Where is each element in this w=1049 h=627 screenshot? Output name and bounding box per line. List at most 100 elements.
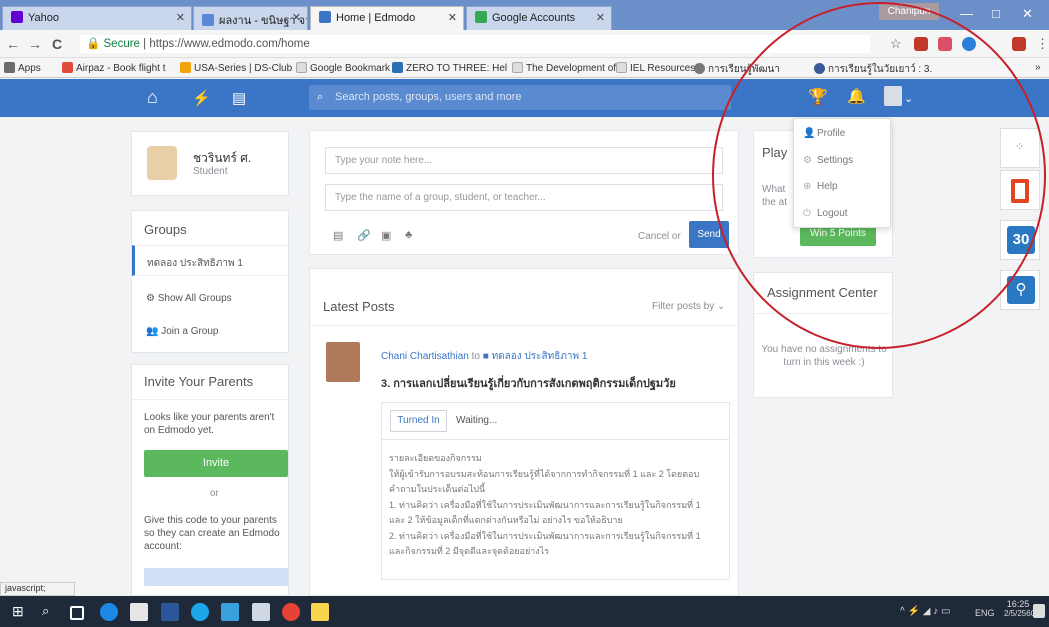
extension-icon[interactable] <box>962 37 976 51</box>
filter-posts-dropdown[interactable]: Filter posts by ⌄ <box>652 301 725 312</box>
bookmark-item[interactable]: ZERO TO THREE: Hel <box>392 62 507 74</box>
search-input[interactable]: ⌕ Search posts, groups, users and more <box>309 85 731 110</box>
minimize-button[interactable]: — <box>960 6 973 21</box>
task-view-icon[interactable] <box>70 606 84 620</box>
play-title: Play <box>762 145 788 160</box>
store-icon[interactable] <box>130 603 148 621</box>
photos-icon[interactable] <box>252 603 270 621</box>
close-window-button[interactable]: ✕ <box>1022 6 1033 22</box>
cancel-link[interactable]: Cancel or <box>638 231 681 242</box>
tab-yahoo[interactable]: Yahoo ✕ <box>2 6 192 30</box>
close-icon[interactable]: ✕ <box>596 11 605 24</box>
close-icon[interactable]: ✕ <box>448 11 457 24</box>
url-text: https://www.edmodo.com/home <box>149 38 310 50</box>
planner-button[interactable]: 30 <box>1000 220 1040 260</box>
reload-button[interactable]: C <box>52 36 62 52</box>
menu-item-logout[interactable]: ⏻ Logout <box>803 208 848 219</box>
menu-icon[interactable]: ⋮ <box>1036 36 1049 52</box>
bookmark-item[interactable]: IEL Resources <box>616 62 695 74</box>
invite-title: Invite Your Parents <box>144 374 254 389</box>
note-icon[interactable]: ▤ <box>333 229 343 242</box>
quiz-button[interactable]: ⚲ <box>1000 270 1040 310</box>
chevron-down-icon[interactable]: ⌄ <box>904 92 913 105</box>
menu-item-settings[interactable]: ⚙ Settings <box>803 155 853 166</box>
assignment-empty-text: You have no assignments to turn in this … <box>761 344 887 368</box>
mail-icon[interactable] <box>221 603 239 621</box>
menu-item-help[interactable]: ⊕ Help <box>803 181 838 192</box>
office-button[interactable] <box>1000 170 1040 210</box>
star-icon[interactable]: ☆ <box>890 36 902 52</box>
activity-icon[interactable]: ⚡ <box>192 89 211 107</box>
secure-label: Secure <box>103 38 140 50</box>
clock-date: 2/5/2560 <box>1004 609 1036 618</box>
word-icon[interactable] <box>161 603 179 621</box>
show-all-groups-link[interactable]: ⚙ Show All Groups <box>146 293 232 304</box>
chrome-icon[interactable] <box>282 603 300 621</box>
post-group[interactable]: ทดลอง ประสิทธิภาพ 1 <box>492 351 588 362</box>
tab-waiting[interactable]: Waiting... <box>456 415 497 426</box>
edge-icon[interactable] <box>100 603 118 621</box>
tab-mail[interactable]: ผลงาน - ขนิษฐา จาดี✕ <box>193 6 308 30</box>
start-icon[interactable]: ⊞ <box>12 603 30 621</box>
sidebar-item-group[interactable]: ทดลอง ประสิทธิภาพ 1 <box>132 245 288 276</box>
tray-icons[interactable]: ^ ⚡ ◢ ♪ ▭ <box>900 606 950 617</box>
bookmark-icon <box>814 63 825 74</box>
link-icon[interactable]: 🔗 <box>357 229 371 242</box>
trophy-icon[interactable]: 🏆 <box>808 87 828 107</box>
forward-button[interactable]: → <box>28 36 42 52</box>
extension-icon[interactable] <box>938 37 952 51</box>
url-input[interactable]: 🔒 Secure | https://www.edmodo.com/home <box>80 35 870 53</box>
pocket-icon[interactable] <box>914 37 928 51</box>
group-name: ทดลอง ประสิทธิภาพ 1 <box>147 258 243 269</box>
clock[interactable]: 16:25 2/5/2560 <box>1004 599 1036 618</box>
apps-grid-button[interactable]: ⁘ <box>1000 128 1040 168</box>
tab-edmodo[interactable]: Home | Edmodo ✕ <box>310 6 464 30</box>
sticky-notes-icon[interactable] <box>311 603 329 621</box>
avatar[interactable] <box>884 86 902 106</box>
avatar[interactable] <box>326 342 360 382</box>
language-indicator[interactable]: ENG <box>975 608 995 618</box>
post-title: 3. การแลกเปลี่ยนเรียนรู้เกี่ยวกับการสังเ… <box>381 378 676 390</box>
post-author[interactable]: Chani Chartisathian <box>381 351 469 362</box>
file-icon[interactable]: ▣ <box>381 229 391 242</box>
bookmark-item[interactable]: การเรียนรู้พัฒนา <box>694 62 780 77</box>
post-body-line: รายละเอียดของกิจกรรม <box>389 453 482 463</box>
ie-icon[interactable] <box>191 603 209 621</box>
search-icon[interactable]: ⌕ <box>42 603 60 621</box>
bookmark-item[interactable]: The Development of <box>512 62 616 74</box>
backpack-icon[interactable]: ▤ <box>232 89 246 107</box>
notification-icon[interactable] <box>1033 604 1045 618</box>
filter-label: Filter posts by <box>652 301 715 312</box>
invite-button[interactable]: Invite <box>144 450 288 477</box>
bookmark-item[interactable]: USA-Series | DS-Club <box>180 62 292 74</box>
bookmarks-more[interactable]: » <box>1035 62 1041 73</box>
bookmark-item[interactable]: การเรียนรู้ในวัยเยาว์ : 3. <box>814 62 932 77</box>
tab-turned-in[interactable]: Turned In <box>390 410 447 432</box>
bookmark-label: The Development of <box>526 63 617 74</box>
close-icon[interactable]: ✕ <box>176 11 185 24</box>
join-group-link[interactable]: 👥 Join a Group <box>146 326 219 337</box>
or-label: or <box>210 488 219 499</box>
profile-role: Student <box>193 166 228 177</box>
tab-google-accounts[interactable]: Google Accounts ✕ <box>466 6 612 30</box>
home-icon[interactable]: ⌂ <box>147 87 158 108</box>
bell-icon[interactable]: 🔔 <box>847 87 866 105</box>
bookmark-icon <box>180 62 191 73</box>
maximize-button[interactable]: □ <box>992 6 1000 21</box>
back-button[interactable]: ← <box>6 36 20 52</box>
recipient-input[interactable]: Type the name of a group, student, or te… <box>325 184 723 211</box>
menu-label: Settings <box>817 155 854 166</box>
link-label: Show All Groups <box>157 293 232 304</box>
note-input[interactable]: Type your note here... <box>325 147 723 174</box>
close-icon[interactable]: ✕ <box>292 11 301 24</box>
bookmark-item[interactable]: Airpaz - Book flight t <box>62 62 165 74</box>
menu-item-profile[interactable]: 👤 Profile <box>803 128 845 139</box>
bookmark-apps[interactable]: Apps <box>4 62 41 74</box>
bookmark-item[interactable]: Google Bookmark <box>296 62 390 74</box>
library-icon[interactable]: ♣ <box>405 229 412 241</box>
post-body-line: และกิจกรรมที่ 2 มีจุดดีและจุดด้อยอย่างไร <box>389 546 550 556</box>
browser-user-chip[interactable]: Chanipun <box>879 3 939 20</box>
extension-icon[interactable] <box>1012 37 1026 51</box>
groups-title: Groups <box>144 222 187 237</box>
send-button[interactable]: Send <box>689 221 729 248</box>
